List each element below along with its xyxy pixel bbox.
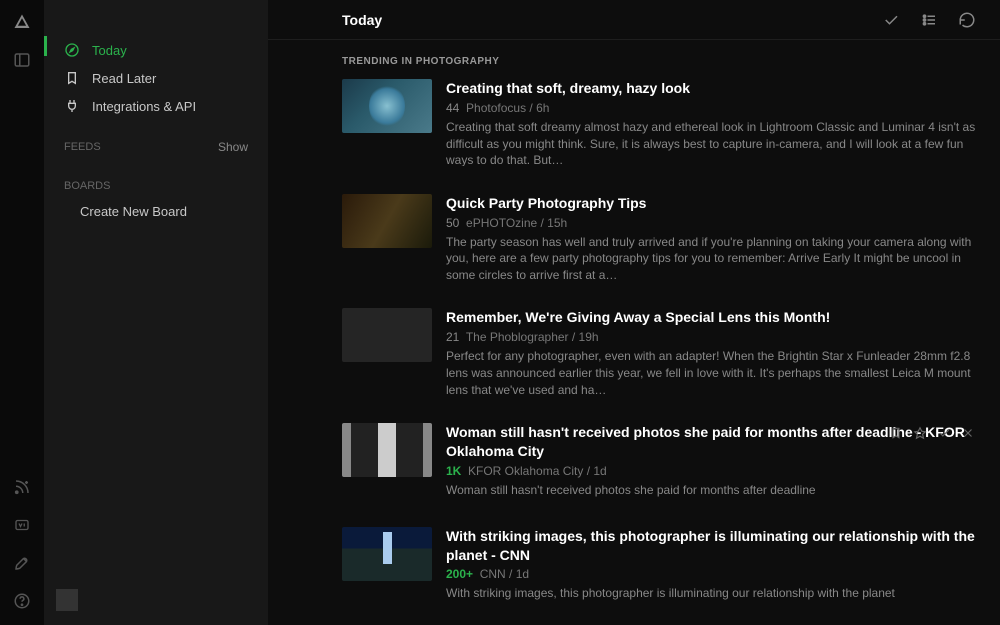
active-indicator (44, 36, 47, 56)
content-header: Today (268, 0, 1000, 40)
article-excerpt: With striking images, this photographer … (446, 585, 976, 602)
article-body: Creating that soft, dreamy, hazy look 44 … (446, 79, 976, 166)
article-title[interactable]: Quick Party Photography Tips (446, 194, 976, 213)
article-thumbnail[interactable] (342, 308, 432, 362)
ai-icon[interactable] (12, 515, 32, 535)
sidebar-item-label: Read Later (92, 71, 156, 86)
sidebar-item-label: Today (92, 43, 127, 58)
trending-label: TRENDING IN PHOTOGRAPHY (342, 52, 976, 79)
engagement-count: 200+ (446, 567, 473, 581)
article-actions (888, 425, 976, 441)
rocket-icon[interactable] (12, 553, 32, 573)
panel-icon[interactable] (12, 50, 32, 70)
close-icon[interactable] (960, 425, 976, 441)
check-icon[interactable] (936, 425, 952, 441)
bookmark-icon (64, 70, 80, 86)
article-thumbnail[interactable] (342, 527, 432, 581)
article: Remember, We're Giving Away a Special Le… (342, 308, 976, 395)
feeds-label: FEEDS (64, 141, 101, 153)
app-logo-icon[interactable] (12, 12, 32, 32)
article-body: Quick Party Photography Tips 50 ePHOTOzin… (446, 194, 976, 281)
article-title[interactable]: With striking images, this photographer … (446, 527, 976, 565)
compass-icon (64, 42, 80, 58)
article-list: Creating that soft, dreamy, hazy look 44 … (342, 79, 976, 625)
layout-icon[interactable] (920, 11, 938, 29)
help-icon[interactable] (12, 591, 32, 611)
boards-label: BOARDS (64, 180, 110, 192)
article-source: Photofocus / 6h (466, 101, 549, 115)
article-source: KFOR Oklahoma City / 1d (468, 464, 607, 478)
engagement-count: 21 (446, 330, 459, 344)
mark-read-icon[interactable] (882, 11, 900, 29)
refresh-icon[interactable] (958, 11, 976, 29)
article: Creating that soft, dreamy, hazy look 44 … (342, 79, 976, 166)
boards-section-header: BOARDS (44, 160, 268, 198)
article-body: With striking images, this photographer … (446, 527, 976, 603)
icon-rail (0, 0, 44, 625)
article-meta: 200+ CNN / 1d (446, 567, 976, 581)
article-thumbnail[interactable] (342, 194, 432, 248)
article: With striking images, this photographer … (342, 527, 976, 603)
article: Quick Party Photography Tips 50 ePHOTOzin… (342, 194, 976, 281)
star-icon[interactable] (912, 425, 928, 441)
sidebar: Today Read Later Integrations & API FEED… (44, 0, 268, 625)
sidebar-item-read-later[interactable]: Read Later (44, 64, 268, 92)
page-title: Today (342, 12, 382, 28)
main-panel: Today TRENDING IN PHOTOGRAPHY Creating t… (268, 0, 1000, 625)
article-thumbnail[interactable] (342, 423, 432, 477)
sidebar-item-today[interactable]: Today (44, 36, 268, 64)
engagement-count: 50 (446, 216, 459, 230)
article-source: ePHOTOzine / 15h (466, 216, 567, 230)
article-meta: 50 ePHOTOzine / 15h (446, 216, 976, 230)
feeds-show-link[interactable]: Show (218, 140, 248, 154)
article-meta: 44 Photofocus / 6h (446, 101, 976, 115)
sidebar-item-integrations[interactable]: Integrations & API (44, 92, 268, 120)
article-excerpt: Woman still hasn't received photos she p… (446, 482, 976, 499)
article-excerpt: The party season has well and truly arri… (446, 234, 976, 281)
plug-icon (64, 98, 80, 114)
article-thumbnail[interactable] (342, 79, 432, 133)
article-excerpt: Perfect for any photographer, even with … (446, 348, 976, 395)
avatar[interactable] (56, 589, 78, 611)
article-source: CNN / 1d (480, 567, 529, 581)
article-source: The Phoblographer / 19h (466, 330, 599, 344)
content: TRENDING IN PHOTOGRAPHY Creating that so… (268, 40, 1000, 625)
sidebar-item-label: Integrations & API (92, 99, 196, 114)
article: Woman still hasn't received photos she p… (342, 423, 976, 499)
article-excerpt: Creating that soft dreamy almost hazy an… (446, 119, 976, 166)
article-title[interactable]: Creating that soft, dreamy, hazy look (446, 79, 976, 98)
engagement-count: 44 (446, 101, 459, 115)
article-title[interactable]: Remember, We're Giving Away a Special Le… (446, 308, 976, 327)
article-meta: 1K KFOR Oklahoma City / 1d (446, 464, 976, 478)
article-body: Remember, We're Giving Away a Special Le… (446, 308, 976, 395)
create-board-link[interactable]: Create New Board (44, 198, 268, 225)
feeds-section-header: FEEDS Show (44, 120, 268, 160)
header-actions (882, 11, 976, 29)
save-icon[interactable] (888, 425, 904, 441)
add-feed-icon[interactable] (12, 477, 32, 497)
engagement-count: 1K (446, 464, 461, 478)
article-meta: 21 The Phoblographer / 19h (446, 330, 976, 344)
